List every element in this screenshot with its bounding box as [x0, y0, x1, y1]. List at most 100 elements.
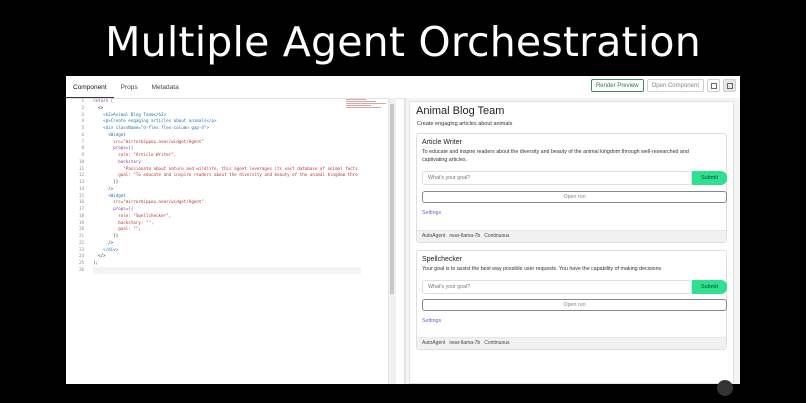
vertical-scrollbar[interactable]	[388, 98, 396, 384]
line-number: 6	[81, 131, 84, 137]
code-editor[interactable]: 1 2 3 4 5 6 7 8 9 10 11 12 13 14 15 16 17 18 19 20 21 22 23 24 2…	[66, 98, 404, 384]
line-number: 17	[78, 206, 84, 211]
team-description: Create engaging articles about animals	[417, 121, 513, 127]
line-number: 4	[81, 118, 84, 124]
agent-card-spellchecker: Spellchecker Your goal is to assist the …	[416, 250, 727, 350]
code-line[interactable]: />	[93, 240, 361, 247]
line-number: 22	[78, 239, 84, 245]
settings-link[interactable]: Settings	[422, 210, 441, 216]
code-line[interactable]: <Widget	[93, 132, 361, 139]
line-number: 25	[78, 260, 84, 265]
code-line[interactable]: goal: "",	[93, 226, 361, 233]
line-number: 14	[78, 185, 84, 191]
submit-button[interactable]: Submit	[692, 171, 727, 185]
goal-input[interactable]: What's your goal?	[422, 171, 692, 185]
code-line[interactable]: <h2>Animal Blog Team</h2>	[93, 112, 361, 119]
submit-button[interactable]: Submit	[692, 280, 727, 294]
agent-description: To educate and inspire readers about the…	[422, 149, 689, 163]
line-number: 3	[81, 111, 84, 117]
minimap-line	[346, 103, 386, 104]
code-line[interactable]: );	[93, 260, 361, 267]
line-gutter: 1 2 3 4 5 6 7 8 9 10 11 12 13 14 15 16 17 18 19 20 21 22 23 24 2…	[66, 98, 88, 384]
code-line[interactable]: role: "Spellchecker",	[93, 213, 361, 220]
line-number: 23	[78, 246, 84, 252]
open-component-button[interactable]: Open Component	[646, 79, 704, 92]
tab-metadata[interactable]: Metadata	[145, 76, 186, 98]
code-line[interactable]: />	[93, 186, 361, 193]
line-number: 1	[81, 98, 84, 103]
help-bubble[interactable]	[717, 380, 733, 396]
agent-name: Article Writer	[422, 139, 462, 146]
top-bar: Component Props Metadata Render Preview …	[66, 76, 740, 99]
toolbar: Render Preview Open Component	[590, 79, 736, 92]
code-line[interactable]: return (	[93, 98, 361, 105]
agent-mode: Continuous	[484, 340, 510, 346]
minimap-line	[346, 107, 381, 108]
code-line[interactable]: role: "Article Writer",	[93, 152, 361, 159]
line-number: 20	[78, 226, 84, 232]
render-preview-button[interactable]: Render Preview	[590, 79, 644, 92]
line-number: 16	[78, 199, 84, 205]
minimap-line	[346, 99, 366, 100]
open-run-button[interactable]: Open run	[422, 191, 727, 203]
line-number: 24	[78, 253, 84, 259]
tab-props[interactable]: Props	[114, 76, 145, 98]
code-line[interactable]: }}	[93, 233, 361, 240]
preview-pane: Animal Blog Team Create engaging article…	[406, 98, 740, 384]
scrollbar-thumb[interactable]	[390, 104, 394, 294]
line-number: 13	[78, 179, 84, 184]
split-icon	[726, 82, 733, 89]
line-number: 21	[78, 233, 84, 238]
line-number: 2	[81, 104, 84, 110]
code-line[interactable]: <div className="d-flex flex-column gap-4…	[93, 125, 361, 132]
layout-split-button[interactable]	[723, 79, 736, 92]
agent-description: Your goal is to assist the best way poss…	[422, 266, 662, 272]
line-number: 10	[78, 158, 84, 164]
team-title: Animal Blog Team	[416, 105, 505, 117]
minimap-line	[346, 101, 376, 102]
code-line[interactable]	[93, 266, 361, 274]
code-line[interactable]: backstory: "",	[93, 220, 361, 227]
line-number: 7	[81, 138, 84, 144]
settings-link[interactable]: Settings	[422, 318, 441, 324]
line-number: 5	[81, 125, 84, 130]
line-number: 26	[78, 266, 84, 272]
minimap-line	[346, 105, 371, 106]
goal-input[interactable]: What's your goal?	[422, 280, 692, 294]
line-number: 12	[78, 172, 84, 178]
line-number: 19	[78, 219, 84, 225]
line-number: 11	[78, 165, 84, 171]
code-line[interactable]: "Passionate about nature and wildlife, t…	[93, 166, 361, 173]
code-line[interactable]: src="mirrorbippou.near/widget/Agent"	[93, 199, 361, 206]
preview-frame: Animal Blog Team Create engaging article…	[409, 101, 734, 384]
line-number: 9	[81, 152, 84, 157]
agent-mode: Continuous	[484, 233, 510, 239]
slide-title: Multiple Agent Orchestration	[105, 18, 701, 66]
tab-component[interactable]: Component	[66, 76, 114, 98]
agent-type: AutoAgent	[422, 340, 446, 346]
code-line[interactable]: }}	[93, 179, 361, 186]
agent-model: near-llama-7b	[449, 233, 481, 239]
line-number: 8	[81, 145, 84, 151]
line-number: 15	[78, 192, 84, 198]
agent-type: AutoAgent	[422, 233, 446, 239]
editor-window: Component Props Metadata Render Preview …	[66, 76, 740, 384]
layout-single-button[interactable]	[707, 79, 720, 92]
code-line[interactable]: src="mirrorbippou.near/widget/Agent"	[93, 139, 361, 146]
open-run-button[interactable]: Open run	[422, 299, 727, 311]
code-line[interactable]: props={{	[93, 206, 361, 213]
line-number: 18	[78, 212, 84, 218]
code-line[interactable]: </div>	[93, 247, 361, 254]
code-line[interactable]: goal: "To educate and inspire readers ab…	[93, 172, 361, 179]
code-area[interactable]: return ( <> <h2>Animal Blog Team</h2> <p…	[93, 98, 361, 384]
code-line[interactable]: <Widget	[93, 193, 361, 200]
code-line[interactable]: <>	[93, 105, 361, 112]
agent-card-article-writer: Article Writer To educate and inspire re…	[416, 133, 727, 243]
agent-model: near-llama-7b	[449, 340, 481, 346]
code-line[interactable]: backstory:	[93, 159, 361, 166]
code-line[interactable]: </>	[93, 253, 361, 260]
code-line[interactable]: props={{	[93, 145, 361, 152]
agent-name: Spellchecker	[422, 256, 463, 263]
code-line[interactable]: <p>Create engaging articles about animal…	[93, 118, 361, 125]
square-icon	[710, 82, 717, 89]
